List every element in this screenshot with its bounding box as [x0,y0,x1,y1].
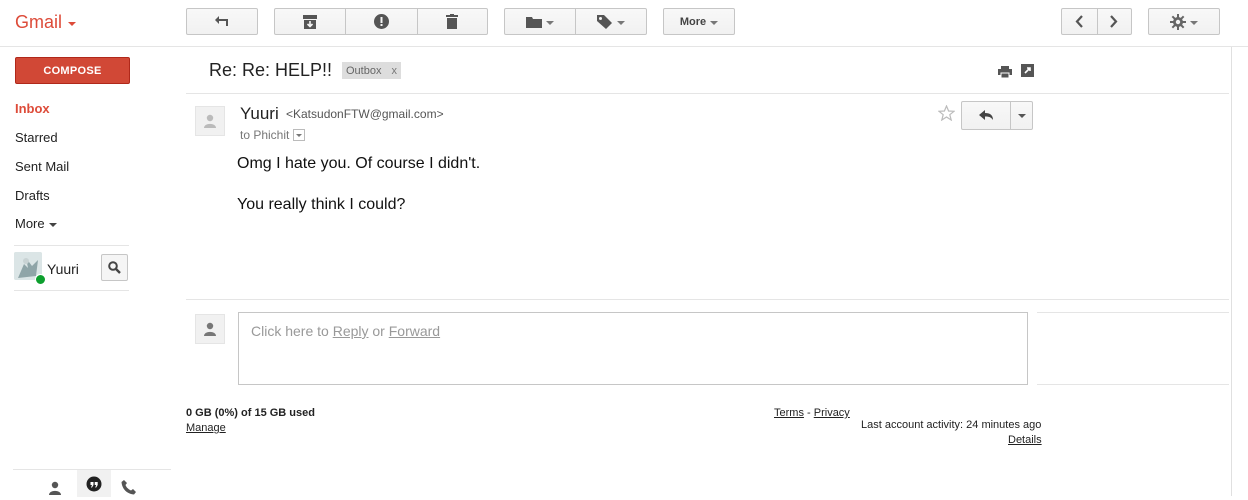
chevron-down-icon [1190,20,1198,25]
open-in-new-window-icon [1021,64,1034,77]
chevron-left-icon [1075,15,1084,28]
contacts-tab[interactable] [48,481,62,500]
folder-icon [526,16,542,28]
trash-icon [446,14,459,29]
print-icon [998,66,1012,79]
chevron-right-icon [1110,15,1118,28]
search-icon [108,261,121,274]
print-all-button[interactable] [998,65,1012,83]
privacy-link[interactable]: Privacy [814,407,850,419]
compose-button[interactable]: COMPOSE [15,57,130,84]
sidebar-more-label: More [15,216,45,231]
action-button-group [274,8,488,35]
archive-button[interactable] [275,9,347,34]
newer-button[interactable] [1062,9,1098,34]
reply-link[interactable]: Reply [333,323,369,339]
sender-email: <KatsudonFTW@gmail.com> [286,107,444,121]
delete-button[interactable] [418,9,487,34]
phone-tab[interactable] [121,480,136,500]
reply-side-line [1037,384,1229,385]
back-arrow-icon [215,15,228,26]
reply-prompt: Click here to [251,323,329,339]
reply-or: or [372,323,385,339]
label-chip-text: Outbox [346,64,382,77]
person-icon [204,114,216,128]
legal-links: Terms - Privacy [774,407,850,419]
sidebar-item-more[interactable]: More [15,216,57,231]
person-icon [204,322,216,336]
chat-search-button[interactable] [101,254,128,281]
phone-icon [121,480,136,495]
forward-link[interactable]: Forward [389,323,440,339]
star-icon [937,104,956,122]
sidebar-item-starred[interactable]: Starred [15,130,58,145]
sender-avatar [195,106,225,136]
toolbar-divider [0,46,1248,47]
chat-user-name[interactable]: Yuuri [47,261,79,277]
reply-side-line [1037,312,1229,313]
report-spam-button[interactable] [346,9,418,34]
storage-info: 0 GB (0%) of 15 GB used Manage [186,407,315,434]
recipients-line: to Phichit [240,128,306,142]
reply-button[interactable] [962,102,1012,129]
organize-button-group [504,8,647,35]
labels-button[interactable] [576,9,646,34]
manage-storage-link[interactable]: Manage [186,422,315,434]
older-button[interactable] [1098,9,1132,34]
archive-icon [303,14,318,29]
activity-details-link[interactable]: Details [1008,434,1042,446]
chevron-down-icon [1017,113,1026,118]
more-message-actions-button[interactable] [1011,102,1032,129]
hangouts-bar [13,469,171,497]
message-divider [186,299,1229,300]
person-icon [49,481,61,495]
back-button[interactable] [186,8,258,35]
chevron-down-icon [546,20,554,25]
gear-icon [1170,13,1186,30]
message-body-line: Omg I hate you. Of course I didn't. [237,155,481,172]
pager-button-group [1061,8,1132,35]
gmail-menu[interactable]: Gmail [15,12,77,33]
hangouts-tab[interactable] [77,470,111,497]
last-activity: Last account activity: 24 minutes ago [861,419,1042,431]
sidebar-divider [14,290,129,291]
sidebar-item-drafts[interactable]: Drafts [15,188,50,203]
chevron-down-icon [48,222,57,227]
terms-link[interactable]: Terms [774,407,804,419]
sender-name[interactable]: Yuuri [240,104,279,124]
more-actions-button[interactable]: More [663,8,735,35]
move-to-button[interactable] [505,9,576,34]
storage-usage: 0 GB (0%) of 15 GB used [186,407,315,419]
reply-arrow-icon [978,110,993,120]
sidebar-divider [14,245,129,246]
message-divider [186,93,1229,94]
star-button[interactable] [937,104,956,126]
new-window-button[interactable] [1021,64,1034,82]
settings-button[interactable] [1148,8,1220,35]
hangouts-quote-icon [86,476,102,491]
spam-icon [373,14,389,29]
brand-label: Gmail [15,12,63,32]
sidebar-item-inbox[interactable]: Inbox [15,101,50,116]
label-chip-outbox[interactable]: Outbox x [342,62,401,79]
chevron-down-icon [296,133,303,137]
legal-separator: - [807,407,811,419]
sidebar-item-sent-mail[interactable]: Sent Mail [15,159,69,174]
thread-subject: Re: Re: HELP!! [209,60,333,80]
label-tag-icon [597,14,612,29]
reply-box[interactable]: Click here to Reply or Forward [238,312,1028,385]
current-user-avatar [195,314,225,344]
show-details-button[interactable] [293,129,306,141]
chevron-down-icon [68,21,77,26]
chevron-down-icon [710,20,719,25]
scrollbar[interactable] [1231,47,1248,496]
remove-label-icon[interactable]: x [391,65,397,77]
reply-button-group [961,101,1033,130]
online-status-dot [35,274,46,285]
chevron-down-icon [617,20,625,25]
recipients-text: to Phichit [240,128,290,142]
more-label: More [679,15,707,28]
message-body-line: You really think I could? [237,196,406,213]
